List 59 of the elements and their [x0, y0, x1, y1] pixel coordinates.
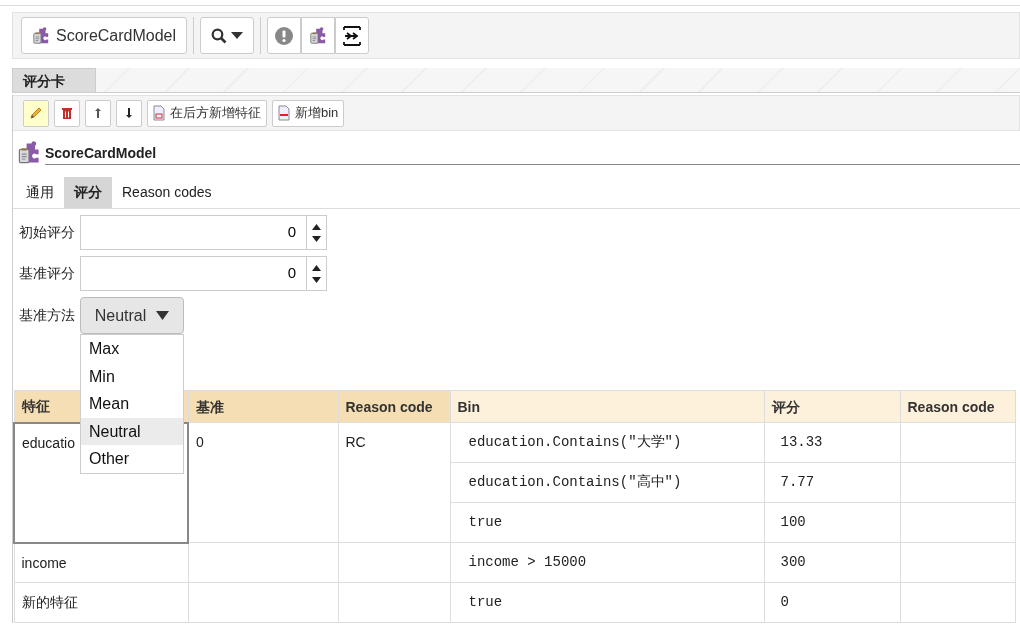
increment-icon[interactable]: [312, 264, 321, 271]
increment-icon[interactable]: [312, 223, 321, 230]
trash-icon: [61, 106, 73, 120]
document-icon: [278, 105, 290, 121]
table-cell: RC: [338, 422, 450, 543]
field-label: 初始评分: [19, 223, 75, 242]
up-arrow-icon: [94, 107, 102, 119]
select-button[interactable]: Neutral: [80, 297, 184, 334]
search-icon: [211, 27, 228, 44]
table-cell: 0: [764, 582, 900, 623]
document-icon: [153, 105, 165, 121]
delete-button[interactable]: [54, 99, 80, 127]
pencil-icon: [29, 106, 43, 120]
collapse-icon: [343, 25, 362, 46]
table-cell: education.Contains("高中"): [450, 462, 764, 503]
search-button[interactable]: [200, 17, 255, 54]
table-cell: 0: [188, 422, 338, 543]
table-cell: income > 15000: [450, 542, 764, 583]
decrement-icon[interactable]: [312, 276, 321, 283]
caret-icon: [156, 311, 170, 320]
field-label: 基准评分: [19, 264, 75, 283]
column-header: 评分: [764, 390, 900, 423]
panel-tab[interactable]: 评分卡: [12, 68, 96, 92]
column-header: 基准: [188, 390, 338, 423]
down-arrow-icon: [125, 107, 133, 119]
alert-icon: [275, 26, 294, 45]
feature-cell[interactable]: educatio: [22, 434, 75, 451]
table-cell: 13.33: [764, 422, 900, 463]
field-label: 基准方法: [19, 306, 75, 325]
table-cell: 300: [764, 542, 900, 583]
model-button[interactable]: ScoreCardModel: [21, 17, 188, 54]
edit-button[interactable]: [23, 99, 49, 127]
column-header: Reason code: [900, 390, 1015, 423]
tab[interactable]: Reason codes: [112, 177, 222, 208]
table-cell: education.Contains("大学"): [450, 422, 764, 463]
model-title: ScoreCardModel: [45, 143, 1020, 165]
feature-cell[interactable]: income: [21, 554, 67, 571]
move-up-button[interactable]: [85, 99, 111, 127]
column-header: Reason code: [338, 390, 450, 423]
feature-cell[interactable]: 新的特征: [21, 594, 78, 610]
add-feature-button[interactable]: 在后方新增特征: [147, 99, 267, 127]
caret-icon: [231, 31, 244, 40]
table-cell: true: [450, 502, 764, 543]
table-cell: 7.77: [764, 462, 900, 503]
model-icon-button[interactable]: [301, 17, 336, 54]
tab[interactable]: 评分: [64, 177, 112, 208]
menu-item[interactable]: Neutral: [81, 417, 183, 446]
puzzle-icon: [32, 26, 50, 45]
collapse-button[interactable]: [335, 17, 370, 54]
table-cell: true: [450, 582, 764, 623]
table-cell: 100: [764, 502, 900, 543]
tab[interactable]: 通用: [16, 177, 64, 208]
decrement-icon[interactable]: [312, 235, 321, 242]
column-header: Bin: [450, 390, 764, 423]
alert-button[interactable]: [267, 17, 302, 54]
puzzle-icon: [309, 26, 328, 45]
move-down-button[interactable]: [116, 99, 142, 127]
puzzle-icon: [17, 141, 41, 165]
add-bin-button[interactable]: 新增bin: [272, 99, 345, 127]
